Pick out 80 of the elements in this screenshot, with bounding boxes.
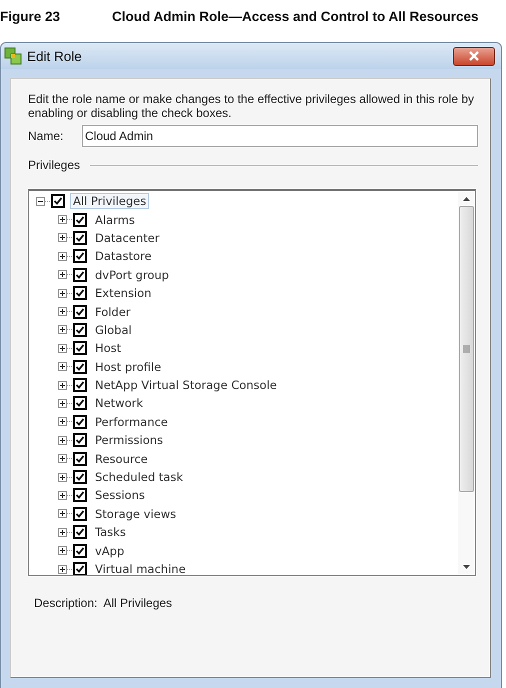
figure-label: Figure 23 [0,9,62,26]
tree-item[interactable]: dvPort group [92,266,172,283]
checkbox[interactable] [73,414,87,429]
checkbox[interactable] [73,544,87,558]
tree-item[interactable]: Host [92,340,124,356]
checkbox[interactable] [73,360,87,374]
checkbox[interactable] [73,562,87,575]
expand-icon[interactable] [58,325,67,334]
window-title: Edit Role [27,48,83,64]
tree-item[interactable]: Storage views [92,506,180,522]
description-value: All Privileges [103,596,172,610]
checkbox[interactable] [73,525,87,540]
tree-item[interactable]: Alarms [92,212,138,228]
expand-icon[interactable] [58,490,67,500]
expand-icon[interactable] [58,528,67,537]
checkbox[interactable] [73,452,87,466]
tree-item[interactable]: Tasks [92,524,129,540]
scrollbar[interactable] [458,191,475,575]
tree-item[interactable]: Extension [92,285,154,302]
checkbox[interactable] [73,378,87,392]
expand-icon[interactable] [58,564,67,574]
expand-icon[interactable] [58,398,67,408]
expand-icon[interactable] [58,362,67,372]
expand-icon[interactable] [58,288,67,298]
checkbox[interactable] [73,212,87,227]
tree-item[interactable]: Host profile [92,358,164,375]
checkbox[interactable] [73,341,87,356]
close-button[interactable] [453,46,495,66]
description-label: Description: [34,596,98,610]
checkbox[interactable] [73,470,87,484]
grip-icon [463,345,470,353]
expand-icon[interactable] [58,436,67,445]
checkbox[interactable] [51,194,65,208]
expand-icon[interactable] [58,233,67,242]
tree-item[interactable]: Resource [92,450,151,467]
scroll-down-icon[interactable] [463,565,470,569]
expand-icon[interactable] [58,417,67,426]
privileges-heading: Privileges [28,158,80,172]
tree-item[interactable]: NetApp Virtual Storage Console [92,377,280,394]
tree-item[interactable]: All Privileges [70,193,150,210]
tree-item[interactable]: Folder [92,304,134,320]
expand-icon[interactable] [58,454,67,464]
expand-icon[interactable] [58,380,67,390]
expand-icon[interactable] [58,307,67,316]
tree-item[interactable]: Permissions [92,432,166,448]
tree-item[interactable]: Network [92,395,146,412]
instructions-text: Edit the role name or make changes to the effective privileges allowed in this role by enabling or disabling the check boxes. [28,92,476,120]
name-field[interactable]: Cloud Admin [82,125,478,147]
checkbox[interactable] [73,506,87,521]
figure-title: Cloud Admin Role—Access and Control to All Resources [112,9,479,26]
checkbox[interactable] [73,488,87,502]
expand-icon[interactable] [58,472,67,482]
scrollbar-thumb[interactable] [459,206,474,492]
close-icon [469,51,479,61]
tree-item[interactable]: Global [92,322,135,338]
tree-item[interactable]: Datastore [92,248,155,264]
tree-item[interactable]: vApp [92,542,128,559]
tree-item[interactable]: Scheduled task [92,469,186,486]
checkbox[interactable] [73,433,87,448]
expand-icon[interactable] [58,270,67,280]
tree-item[interactable]: Virtual machine [92,561,189,575]
expand-icon[interactable] [58,546,67,556]
tree-item[interactable]: Datacenter [92,230,162,246]
expand-icon[interactable] [58,215,67,224]
checkbox[interactable] [73,322,87,337]
expand-icon[interactable] [58,252,67,261]
tree-item[interactable]: Sessions [92,487,148,504]
checkbox[interactable] [73,304,87,319]
checkbox[interactable] [73,249,87,264]
checkbox[interactable] [73,268,87,282]
app-icon [4,47,22,65]
expand-icon[interactable] [58,344,67,353]
collapse-icon[interactable] [36,196,45,206]
scroll-up-icon[interactable] [463,197,470,201]
checkbox[interactable] [73,286,87,300]
name-label: Name: [28,129,64,143]
tree-item[interactable]: Performance [92,414,171,430]
expand-icon[interactable] [58,509,67,518]
checkbox[interactable] [73,230,87,245]
checkbox[interactable] [73,396,87,410]
